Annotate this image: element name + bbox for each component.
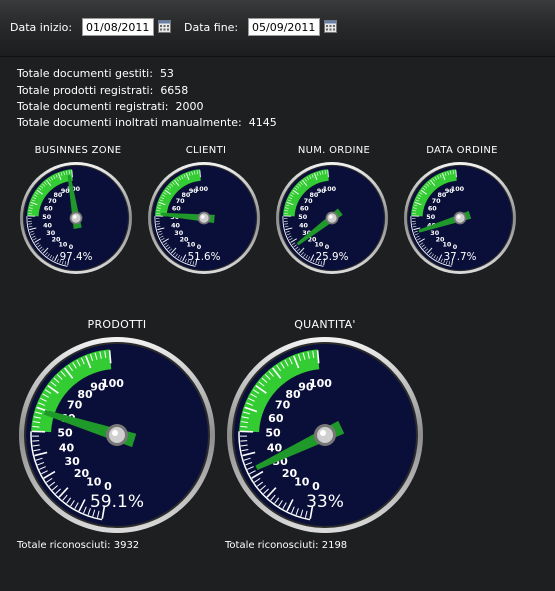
gauge-title-clienti: CLIENTI [185, 145, 227, 156]
end-date-label: Data fine: [184, 21, 239, 34]
gauge-large-0-tick-52 [32, 425, 40, 428]
gauge-small-1-tick-label-60: 60 [172, 205, 181, 213]
gauge-large-1-tick-label-60: 60 [268, 412, 284, 425]
gauge-small-1-tick-label-100: 100 [195, 185, 209, 193]
gauge-large-0-tick-label-50: 50 [57, 427, 73, 440]
calendar-icon[interactable] [158, 20, 171, 33]
gauge-large-1-tick-label-20: 20 [282, 467, 298, 480]
gauge-small-3-tick-label-50: 50 [426, 213, 435, 221]
gauge-large-1-tick-50 [240, 430, 254, 433]
gauge-large-0-tick-50 [32, 430, 46, 433]
stat-documenti-registrati: Totale documenti registrati: 2000 [17, 100, 204, 113]
gauge-large-1-tick-label-100: 100 [309, 377, 332, 390]
gauge-businnes-zone: 010203040506070809010097.4% [20, 162, 132, 274]
gauge-small-3-tick-label-30: 30 [430, 229, 439, 237]
gauge-small-0-tick-100 [71, 170, 73, 178]
gauge-small-2-tick-label-40: 40 [299, 221, 308, 229]
gauge-large-1-tick-100 [316, 350, 320, 364]
gauge-small-2-tick-label-50: 50 [298, 213, 307, 221]
gauge-small-0-tick-label-40: 40 [43, 221, 52, 229]
gauge-small-0-value: 97.4% [60, 251, 93, 263]
gauge-small-1-tick-label-40: 40 [171, 221, 180, 229]
gauge-large-1-tick-52 [240, 425, 248, 428]
gauge-small-0-tick-label-30: 30 [46, 229, 55, 237]
stat-prodotti-registrati: Totale prodotti registrati: 6658 [17, 84, 189, 97]
gauge-title-quantita: QUANTITA' [294, 318, 356, 331]
gauge-large-1-tick-label-50: 50 [265, 427, 281, 440]
gauge-large-1-tick-46 [240, 440, 248, 442]
stat-documenti-inoltrati: Totale documenti inoltrati manualmente: … [17, 116, 277, 129]
stat-documenti-gestiti: Totale documenti gestiti: 53 [17, 67, 174, 80]
gauge-num-ordine: 010203040506070809010025.9% [276, 162, 388, 274]
gauge-large-0-value: 59.1% [90, 492, 144, 512]
gauge-small-1-tick-100 [199, 170, 201, 178]
gauge-large-0-tick-46 [32, 440, 40, 442]
gauge-large-0-tick-label-30: 30 [65, 455, 81, 468]
gauge-small-2-value: 25.9% [316, 251, 349, 263]
gauge-title-num-ordine: NUM. ORDINE [297, 145, 371, 156]
gauge-small-3-tick-label-100: 100 [451, 185, 465, 193]
calendar-icon[interactable] [324, 20, 337, 33]
gauge-title-prodotti: PRODOTTI [87, 318, 147, 331]
gauge-prodotti: 010203040506070809010059.1% [19, 337, 215, 533]
gauge-small-0-tick-label-50: 50 [42, 213, 51, 221]
gauge-data-ordine: 010203040506070809010037.7% [404, 162, 516, 274]
gauge-small-1-tick-label-30: 30 [174, 229, 183, 237]
gauge-small-0-tick-label-60: 60 [44, 205, 53, 213]
gauge-clienti: 010203040506070809010051.6% [148, 162, 260, 274]
gauge-small-2-tick-100 [327, 170, 329, 178]
gauge-large-1-value: 33% [306, 492, 344, 512]
footer-quantita-riconosciuti: Totale riconosciuti: 2198 [225, 540, 348, 551]
gauge-title-businnes-zone: BUSINNES ZONE [34, 145, 122, 156]
end-date-input[interactable]: 05/09/2011 [248, 18, 320, 36]
gauge-small-3-value: 37.7% [444, 251, 477, 263]
gauge-large-0-tick-label-40: 40 [59, 441, 75, 454]
gauge-small-3-tick-100 [455, 170, 457, 178]
gauge-large-0-tick-label-20: 20 [74, 467, 90, 480]
gauge-quantita: 010203040506070809010033% [227, 337, 423, 533]
gauge-title-data-ordine: DATA ORDINE [426, 145, 498, 156]
gauge-small-2-tick-label-60: 60 [300, 205, 309, 213]
footer-prodotti-riconosciuti: Totale riconosciuti: 3932 [17, 540, 140, 551]
gauge-large-0-tick-100 [108, 350, 112, 364]
start-date-label: Data inizio: [10, 21, 73, 34]
gauge-large-0-tick-label-100: 100 [101, 377, 124, 390]
gauge-small-2-tick-label-100: 100 [323, 185, 337, 193]
gauge-small-3-tick-label-60: 60 [428, 205, 437, 213]
gauge-small-1-value: 51.6% [188, 251, 221, 263]
start-date-input[interactable]: 01/08/2011 [82, 18, 154, 36]
